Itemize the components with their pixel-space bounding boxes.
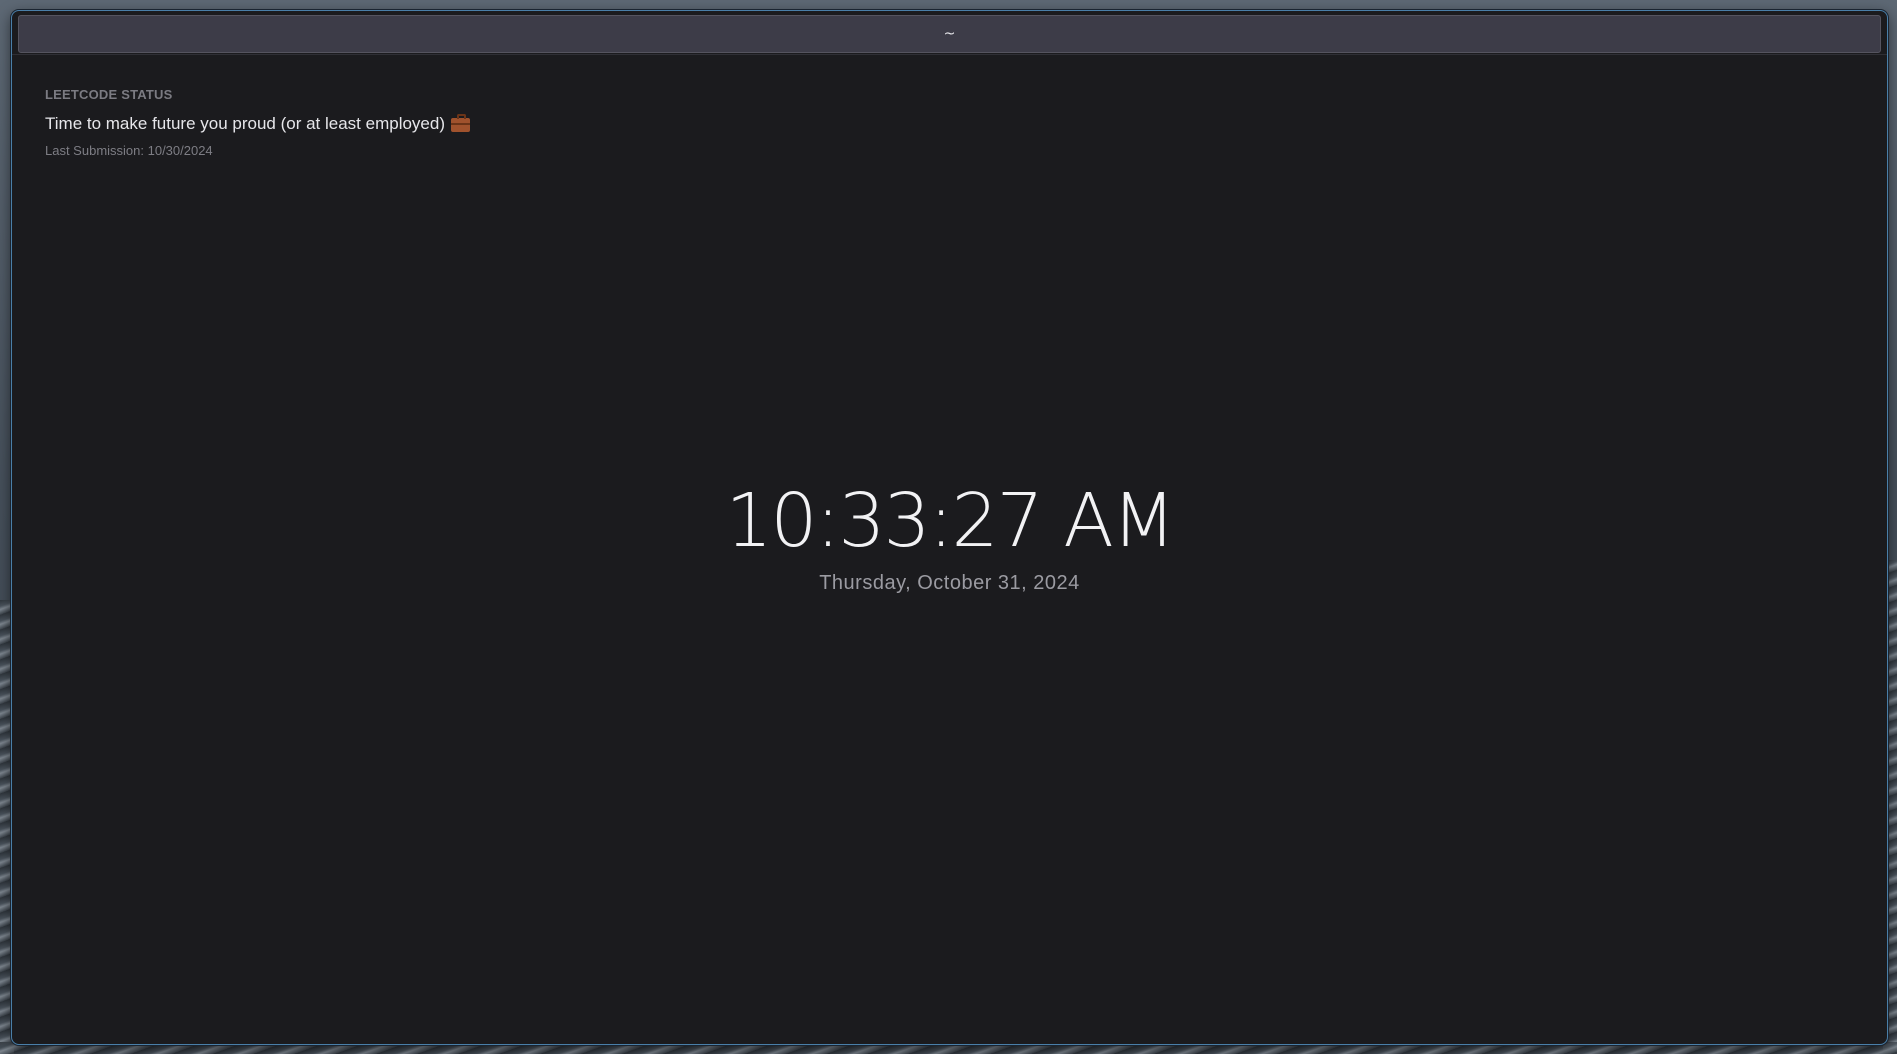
- window-titlebar[interactable]: ~: [18, 15, 1881, 53]
- titlebar-divider: [12, 54, 1887, 55]
- leetcode-status-message: Time to make future you proud (or at lea…: [45, 114, 445, 133]
- last-submission: Last Submission: 10/30/2024: [45, 143, 213, 158]
- leetcode-status-widget: LEETCODE STATUS Time to make future you …: [45, 87, 470, 158]
- leetcode-status-message-row: Time to make future you proud (or at lea…: [45, 114, 470, 134]
- terminal-window[interactable]: ~ LEETCODE STATUS Time to make future yo…: [11, 10, 1888, 1045]
- clock-time: 10:33:27 AM: [725, 478, 1175, 564]
- window-title: ~: [943, 26, 956, 42]
- briefcase-icon: [451, 114, 470, 132]
- clock-widget: 10:33:27 AM Thursday, October 31, 2024: [12, 478, 1887, 595]
- clock-date: Thursday, October 31, 2024: [819, 572, 1080, 595]
- leetcode-status-header: LEETCODE STATUS: [45, 87, 173, 102]
